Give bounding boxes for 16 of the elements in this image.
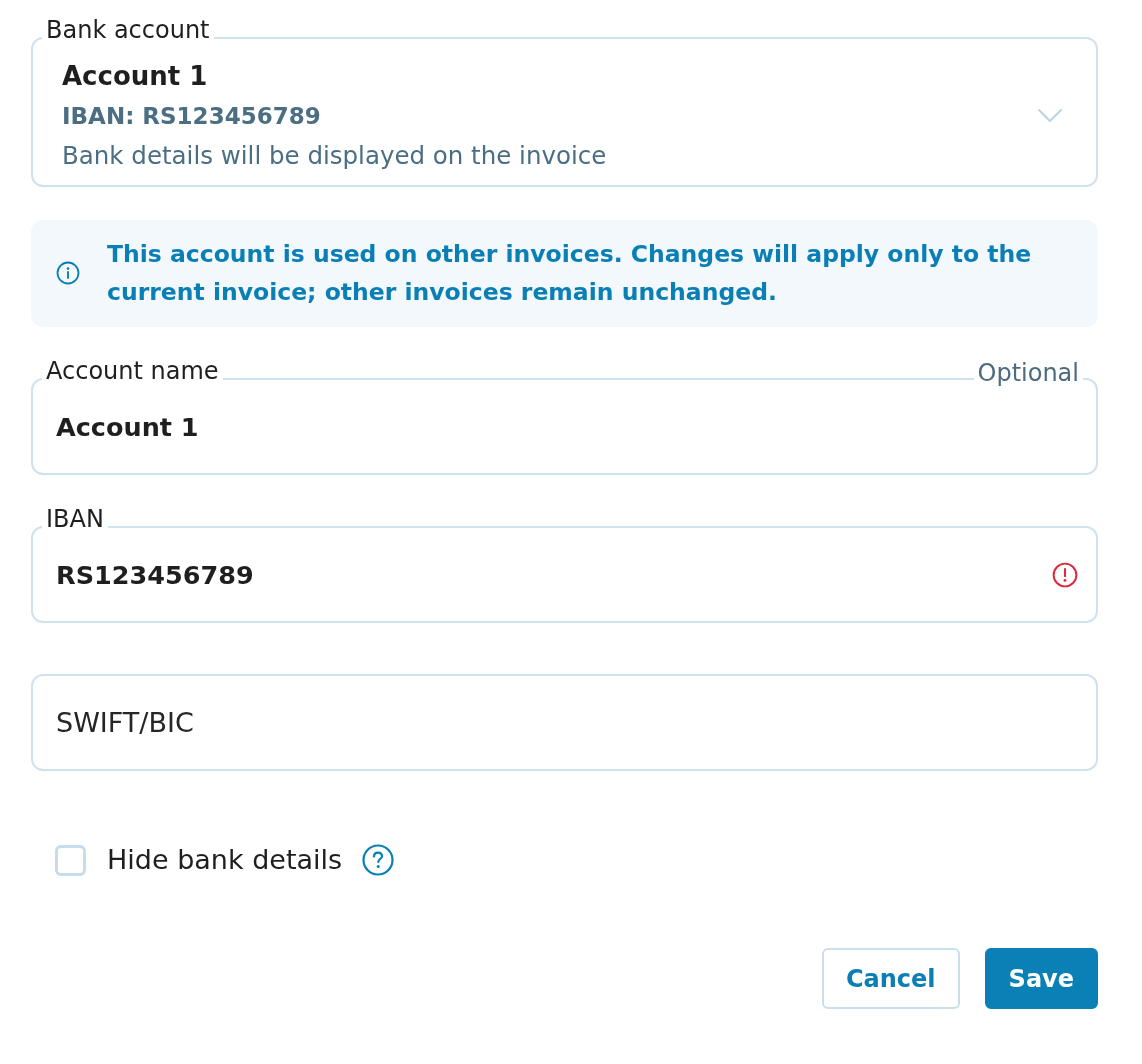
select-hint-text: Bank details will be displayed on the invoice bbox=[62, 140, 608, 172]
chevron-down-icon bbox=[1038, 108, 1062, 123]
checkbox-label[interactable]: Hide bank details bbox=[107, 840, 343, 880]
optional-hint: Optional bbox=[973, 359, 1083, 387]
info-icon bbox=[56, 261, 80, 285]
cancel-button[interactable]: Cancel bbox=[821, 948, 960, 1009]
error-icon bbox=[1052, 562, 1078, 588]
notice-text: This account is used on other invoices. Changes will apply only to the current invoice; other invoices remain unchanged. bbox=[107, 239, 1033, 308]
selected-account-name: Account 1 bbox=[62, 60, 209, 93]
save-button[interactable]: Save bbox=[984, 948, 1098, 1009]
bank-account-select[interactable]: Account 1 IBAN: RS123456789 Bank details will be displayed on the invoice bbox=[31, 37, 1098, 187]
input-field[interactable]: RS123456789 bbox=[31, 526, 1098, 623]
help-icon[interactable] bbox=[362, 844, 395, 876]
checkbox[interactable] bbox=[55, 844, 86, 876]
input-field[interactable]: SWIFT/BIC bbox=[31, 674, 1098, 771]
selected-account-iban: IBAN: RS123456789 bbox=[62, 102, 322, 131]
